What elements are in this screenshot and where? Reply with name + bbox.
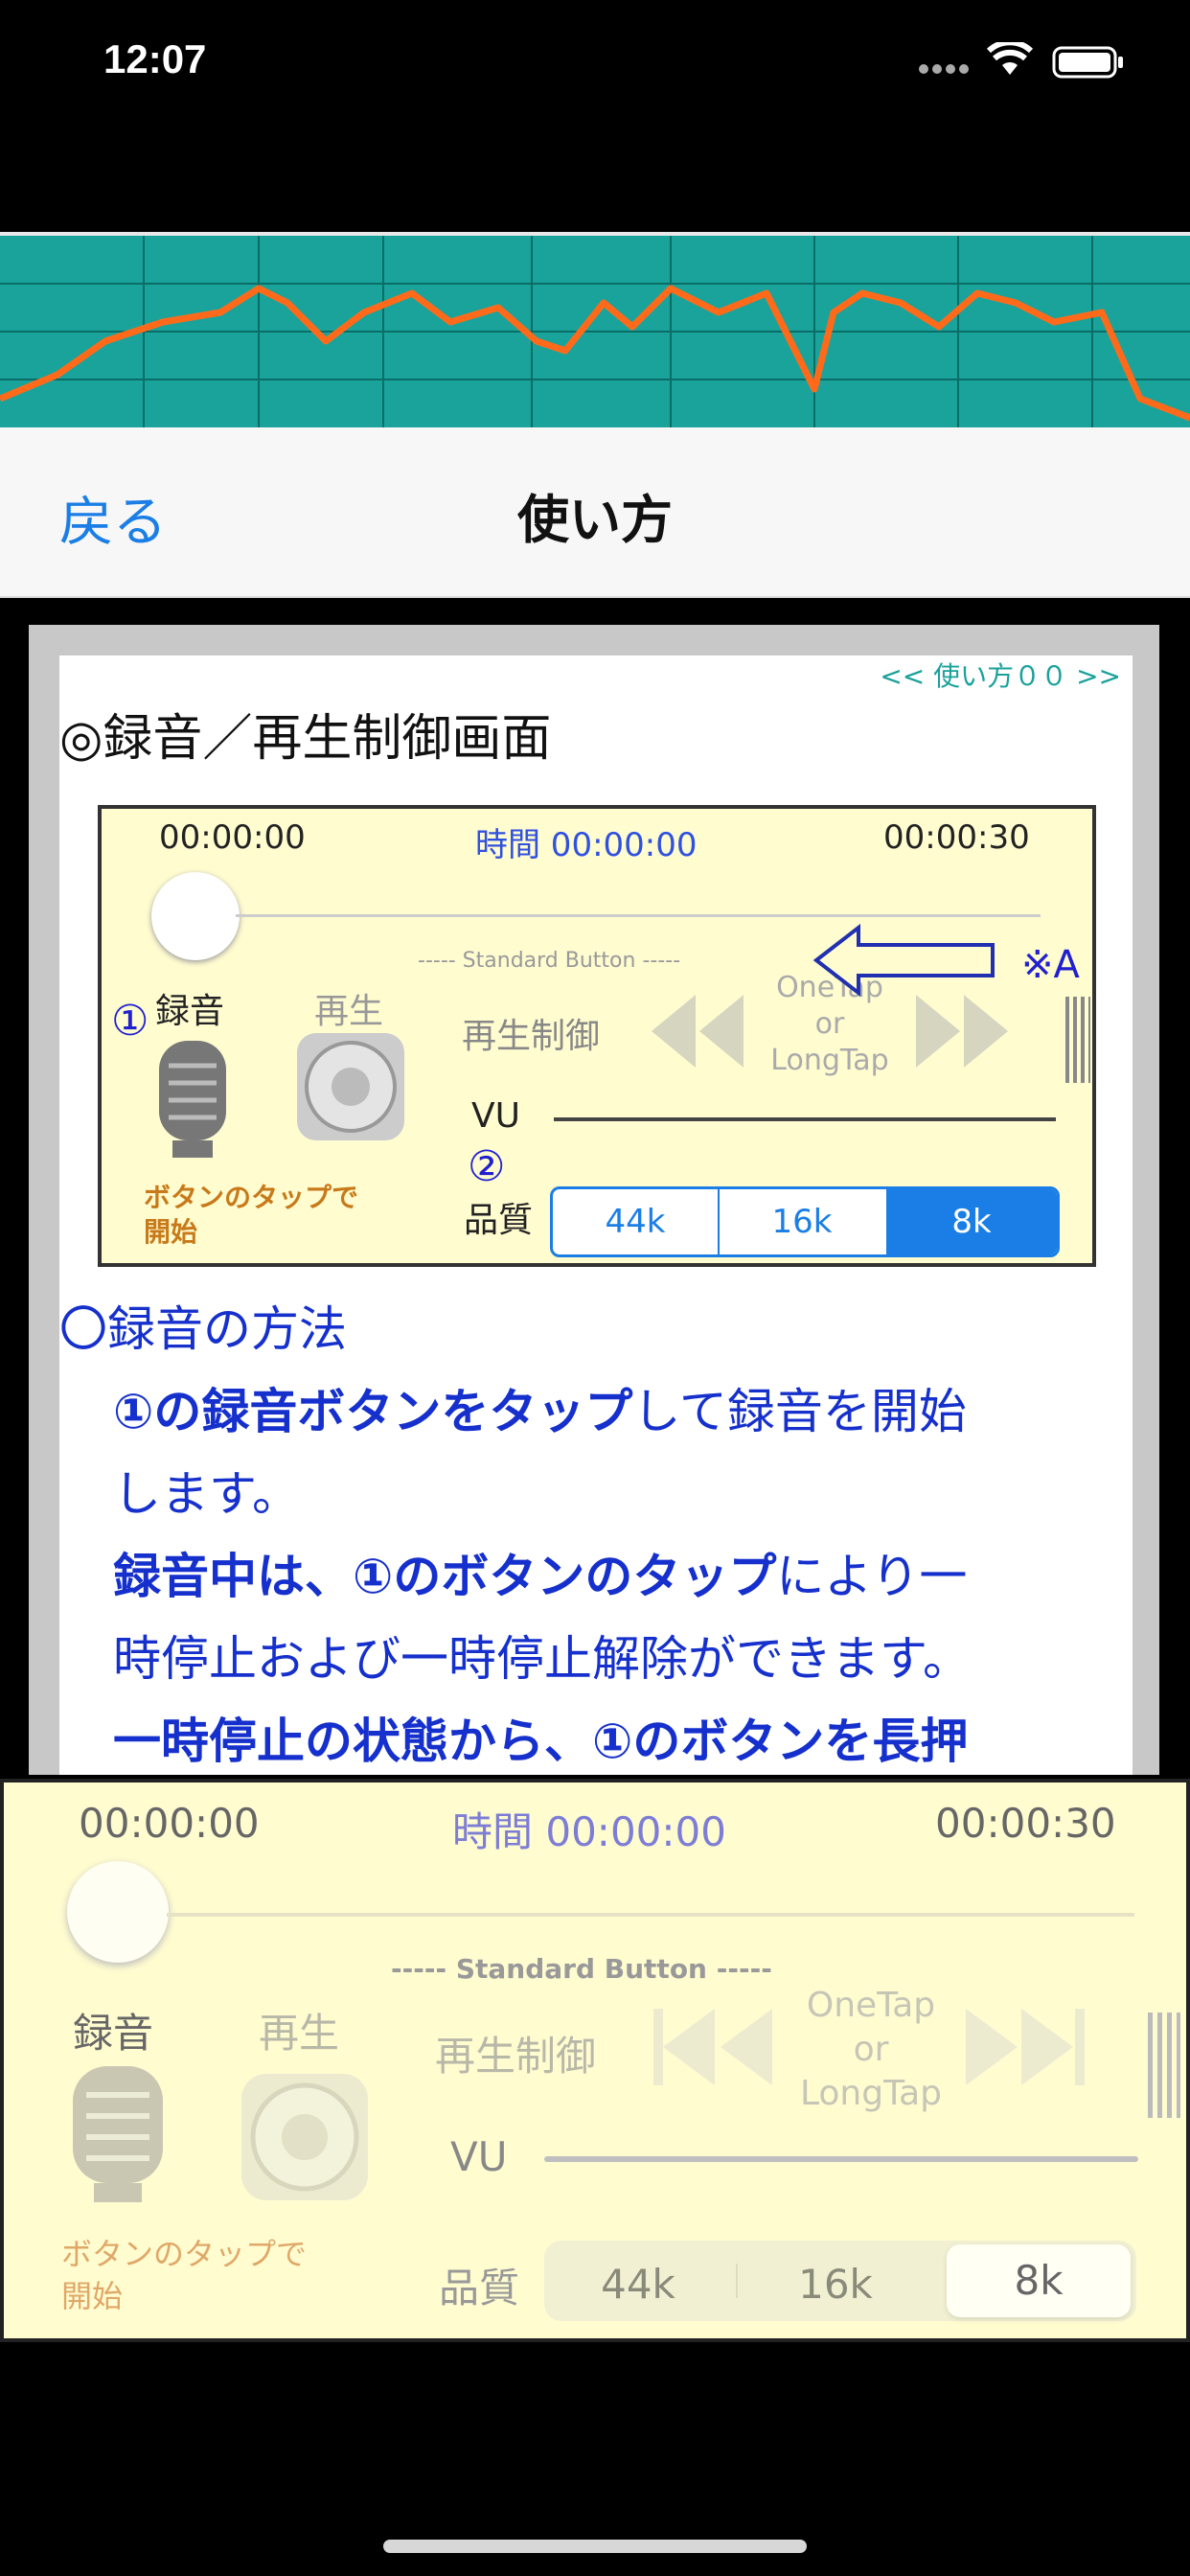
inner-quality-selector: 44k 16k 8k — [550, 1186, 1060, 1257]
status-time: 12:07 — [103, 36, 207, 81]
help-content[interactable]: << 使い方００ >> ◎録音／再生制御画面 00:00:00 時間 00:00… — [59, 656, 1133, 1775]
rewind-icon — [638, 983, 753, 1083]
forward-icon[interactable] — [962, 1999, 1096, 2099]
play-control-label: 再生制御 — [435, 2033, 597, 2080]
quality-option-8k[interactable]: 8k — [947, 2244, 1131, 2317]
waveform-banner — [0, 232, 1190, 429]
recorder-control-panel: 00:00:00 時間 00:00:00 00:00:30 ----- Stan… — [0, 1779, 1190, 2342]
time-start: 00:00:00 — [79, 1800, 260, 1847]
quality-option-44k[interactable]: 44k — [544, 2244, 732, 2325]
battery-icon — [1052, 46, 1125, 82]
paragraph-1-cont: します。 — [113, 1466, 300, 1522]
inner-quality-label: 品質 — [464, 1201, 534, 1240]
play-label: 再生 — [259, 2010, 340, 2057]
onetap-hint: OneTap or LongTap — [799, 1986, 943, 2113]
time-end: 00:00:30 — [935, 1800, 1116, 1847]
vu-meter — [544, 2156, 1138, 2162]
inner-record-label: 録音 — [155, 992, 225, 1031]
segment-divider — [736, 2264, 738, 2298]
seek-slider-thumb[interactable] — [67, 1861, 169, 1963]
vu-label: VU — [450, 2133, 508, 2180]
arrow-icon — [811, 922, 1002, 1002]
speaker-icon — [293, 1029, 408, 1148]
time-elapsed: 時間 00:00:00 — [452, 1808, 726, 1855]
inner-quality-8k: 8k — [886, 1189, 1057, 1254]
microphone-icon — [149, 1037, 236, 1165]
inner-scroll-handle — [1065, 997, 1090, 1083]
inner-slider-thumb — [151, 872, 240, 960]
inner-time-center: 時間 00:00:00 — [475, 826, 698, 864]
paragraph-2-cont: 時停止および一時停止解除ができます。 — [113, 1631, 971, 1687]
page-title: 使い方 — [517, 490, 673, 550]
inner-vu-label: VU — [471, 1096, 520, 1136]
wifi-icon — [986, 39, 1034, 80]
quality-option-16k[interactable]: 16k — [742, 2244, 929, 2325]
home-indicator — [383, 2540, 807, 2553]
inner-time-end: 00:00:30 — [883, 818, 1030, 857]
inner-quality-44k: 44k — [553, 1189, 720, 1254]
standard-button-label: ----- Standard Button ----- — [391, 1953, 772, 1985]
tap-hint: ボタンのタップで 開始 — [61, 2236, 308, 2314]
microphone-icon[interactable] — [65, 2062, 171, 2210]
mark-a: ※A — [1021, 943, 1080, 987]
inner-time-start: 00:00:00 — [159, 818, 306, 857]
rewind-icon[interactable] — [648, 1999, 782, 2099]
inner-play-label: 再生 — [314, 992, 384, 1031]
quality-label: 品質 — [439, 2265, 520, 2312]
inner-slider-track — [236, 914, 1041, 917]
marker-2: ② — [468, 1142, 506, 1191]
heading-record-method: 〇録音の方法 — [59, 1301, 347, 1357]
seek-slider-track[interactable] — [167, 1913, 1134, 1917]
marker-1: ① — [111, 997, 149, 1046]
paragraph-1: ①の録音ボタンをタップして録音を開始 — [113, 1384, 967, 1439]
paragraph-3: 一時停止の状態から、①のボタンを長押 — [113, 1714, 969, 1769]
inner-play-control-label: 再生制御 — [462, 1017, 601, 1056]
screen-illustration: 00:00:00 時間 00:00:00 00:00:30 ----- Stan… — [98, 805, 1096, 1267]
page-nav-link[interactable]: << 使い方００ >> — [880, 656, 1121, 694]
drag-handle[interactable] — [1148, 2012, 1180, 2118]
inner-standard-button-label: ----- Standard Button ----- — [418, 949, 681, 973]
paragraph-2: 録音中は、①のボタンのタップにより一 — [113, 1549, 968, 1604]
signal-icon — [918, 61, 972, 80]
inner-quality-16k: 16k — [771, 1203, 833, 1241]
record-label: 録音 — [73, 2010, 154, 2057]
section-title: ◎録音／再生制御画面 — [59, 710, 552, 768]
navigation-bar: 戻る 使い方 — [0, 427, 1190, 598]
inner-vu-meter — [554, 1117, 1056, 1121]
speaker-icon[interactable] — [238, 2070, 372, 2208]
inner-tap-hint: ボタンのタップで 開始 — [144, 1182, 359, 1248]
